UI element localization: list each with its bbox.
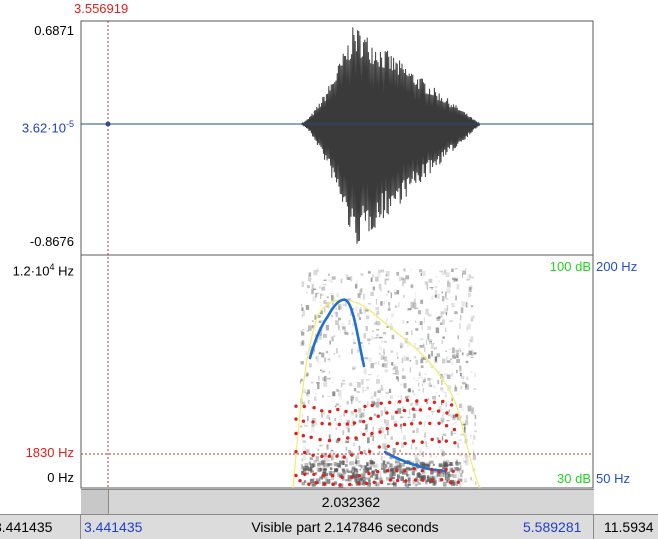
visible-end-time[interactable]: 5.589281 (523, 517, 581, 537)
waveform-max-label: 0.6871 (34, 23, 74, 38)
freq-max-mantissa: 1.2·10 (12, 263, 50, 279)
visible-left-outer-time[interactable]: 3.441435 (0, 517, 52, 537)
spectrogram-panel[interactable] (80, 254, 594, 489)
visible-bar-divider-right (593, 515, 594, 539)
selection-duration-bar[interactable]: 2.032362 (81, 489, 594, 514)
pitch-min-label: 50 Hz (596, 471, 630, 486)
spectrogram-freq-min-label: 0 Hz (47, 470, 74, 485)
pitch-max-label: 200 Hz (596, 259, 638, 274)
visible-start-time[interactable]: 3.441435 (84, 517, 142, 537)
frequency-cursor-label: 1830 Hz (25, 445, 74, 460)
selection-duration-label: 2.032362 (321, 494, 381, 510)
cursor-time-label: 3.556919 (74, 1, 129, 16)
visible-right-outer-time[interactable]: 11.5934 (604, 517, 654, 537)
visible-bar-divider-left (80, 515, 81, 539)
waveform-zero-label: 3.62·10-5 (22, 116, 74, 136)
freq-max-unit: Hz (54, 263, 74, 279)
waveform-zero-mantissa: 3.62·10 (21, 120, 66, 136)
selection-left-segment[interactable] (81, 490, 109, 514)
spectrogram-freq-max-label: 1.2·104 Hz (13, 259, 74, 279)
visible-part-bar[interactable]: 3.441435 3.441435 Visible part 2.147846 … (0, 514, 658, 539)
intensity-max-label: 100 dB (549, 259, 591, 274)
waveform-zero-exponent: -5 (65, 119, 74, 129)
visible-part-info[interactable]: Visible part 2.147846 seconds (160, 517, 530, 537)
intensity-min-label: 30 dB (557, 471, 591, 486)
waveform-min-label: -0.8676 (29, 234, 74, 249)
